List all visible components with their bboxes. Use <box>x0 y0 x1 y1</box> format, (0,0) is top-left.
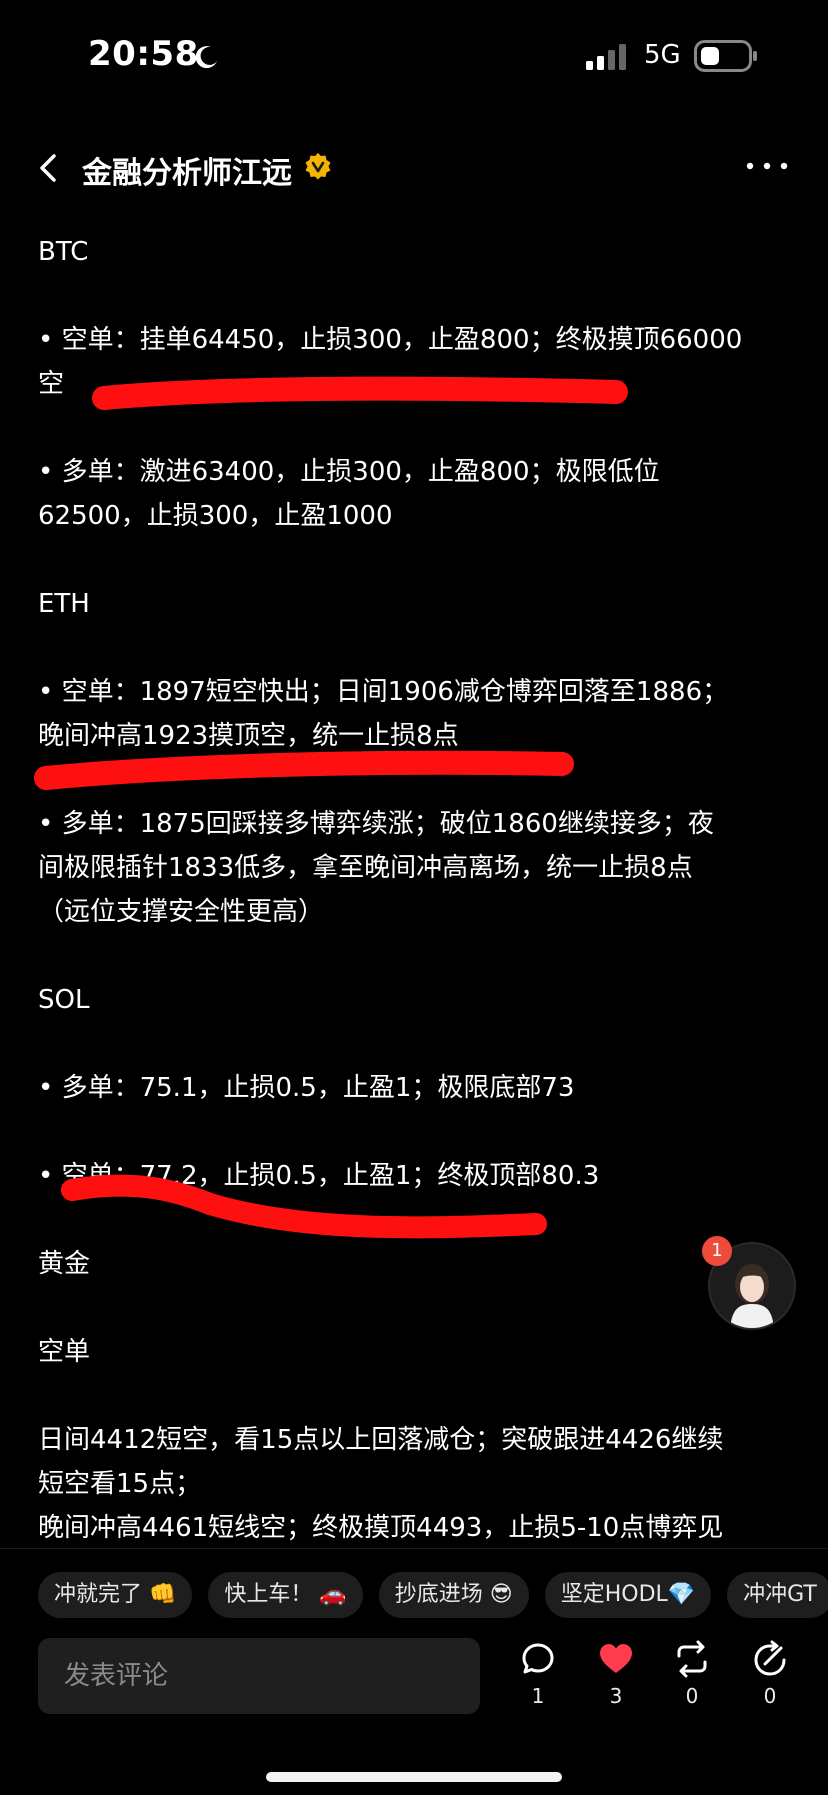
post-line: • 多单：75.1，止损0.5，止盈1；极限底部73 <box>38 1073 575 1103</box>
battery-icon <box>694 40 757 72</box>
heart-icon <box>600 1644 632 1673</box>
comment-count: 1 <box>531 1684 545 1708</box>
post-header: 金融分析师江远 <box>0 130 828 206</box>
share-button[interactable]: 0 <box>742 1640 798 1720</box>
section-title-gold: 黄金 <box>38 1249 91 1279</box>
post-line: 62500，止损300，止盈1000 <box>38 501 393 531</box>
signal-icon <box>586 44 626 70</box>
quick-reply-bar: 冲就完了 👊 快上车！ 🚗 抄底进场 😎 坚定HODL💎 冲冲GT <box>38 1572 828 1620</box>
comment-box[interactable] <box>38 1638 480 1714</box>
status-bar: 20:58 5G <box>0 0 828 110</box>
share-count: 0 <box>763 1684 777 1708</box>
share-icon <box>754 1640 786 1676</box>
post-line: • 多单：激进63400，止损300，止盈800；极限低位 <box>38 457 660 487</box>
floating-avatar[interactable]: 1 <box>702 1236 796 1330</box>
quick-reply-chip[interactable]: 冲冲GT <box>727 1572 828 1618</box>
section-title-eth: ETH <box>38 589 90 619</box>
post-line: 日间4412短空，看15点以上回落减仓；突破跟进4426继续 <box>38 1425 724 1455</box>
like-button[interactable]: 3 <box>588 1640 644 1720</box>
quick-reply-chip[interactable]: 快上车！ 🚗 <box>208 1572 363 1618</box>
back-icon[interactable] <box>34 148 64 188</box>
bottom-divider <box>0 1548 828 1549</box>
post-line: • 空单：1897短空快出；日间1906减仓博弈回落至1886； <box>38 677 729 707</box>
verified-icon <box>305 153 331 180</box>
like-count: 3 <box>609 1684 623 1708</box>
section-title-sol: SOL <box>38 985 90 1015</box>
red-underline-mark <box>34 750 574 790</box>
status-time: 20:58 <box>88 34 199 74</box>
quick-reply-chip[interactable]: 冲就完了 👊 <box>38 1572 193 1618</box>
post-content: BTC • 空单：挂单64450，止损300，止盈800；终极摸顶66000 空… <box>0 206 828 1546</box>
home-indicator[interactable] <box>266 1772 562 1782</box>
repost-count: 0 <box>685 1684 699 1708</box>
network-type: 5G <box>644 40 681 70</box>
post-line: 间极限插针1833低多，拿至晚间冲高离场，统一止损8点 <box>38 853 693 883</box>
post-line: • 多单：1875回踩接多博弈续涨；破位1860继续接多；夜 <box>38 809 714 839</box>
post-line: • 空单：挂单64450，止损300，止盈800；终极摸顶66000 <box>38 325 743 355</box>
quick-reply-chip[interactable]: 坚定HODL💎 <box>544 1572 712 1618</box>
post-line: 短空看15点； <box>38 1469 202 1499</box>
red-underline-mark <box>92 376 628 410</box>
comment-button[interactable]: 1 <box>510 1640 566 1720</box>
quick-reply-chip[interactable]: 抄底进场 😎 <box>378 1572 529 1618</box>
repost-icon <box>677 1640 707 1678</box>
more-icon[interactable] <box>744 154 790 178</box>
post-line: （远位支撑安全性更高） <box>38 897 325 927</box>
repost-button[interactable]: 0 <box>664 1640 720 1720</box>
post-line: 空单 <box>38 1337 91 1367</box>
author-name[interactable]: 金融分析师江远 <box>82 148 292 192</box>
section-title-btc: BTC <box>38 237 89 267</box>
moon-icon <box>195 46 217 69</box>
post-line: 晚间冲高4461短线空；终极摸顶4493，止损5-10点博弈见 <box>38 1513 724 1543</box>
red-underline-mark <box>61 1174 547 1239</box>
notification-badge: 1 <box>702 1236 732 1266</box>
comment-icon <box>522 1643 554 1674</box>
comment-input[interactable] <box>38 1638 480 1714</box>
